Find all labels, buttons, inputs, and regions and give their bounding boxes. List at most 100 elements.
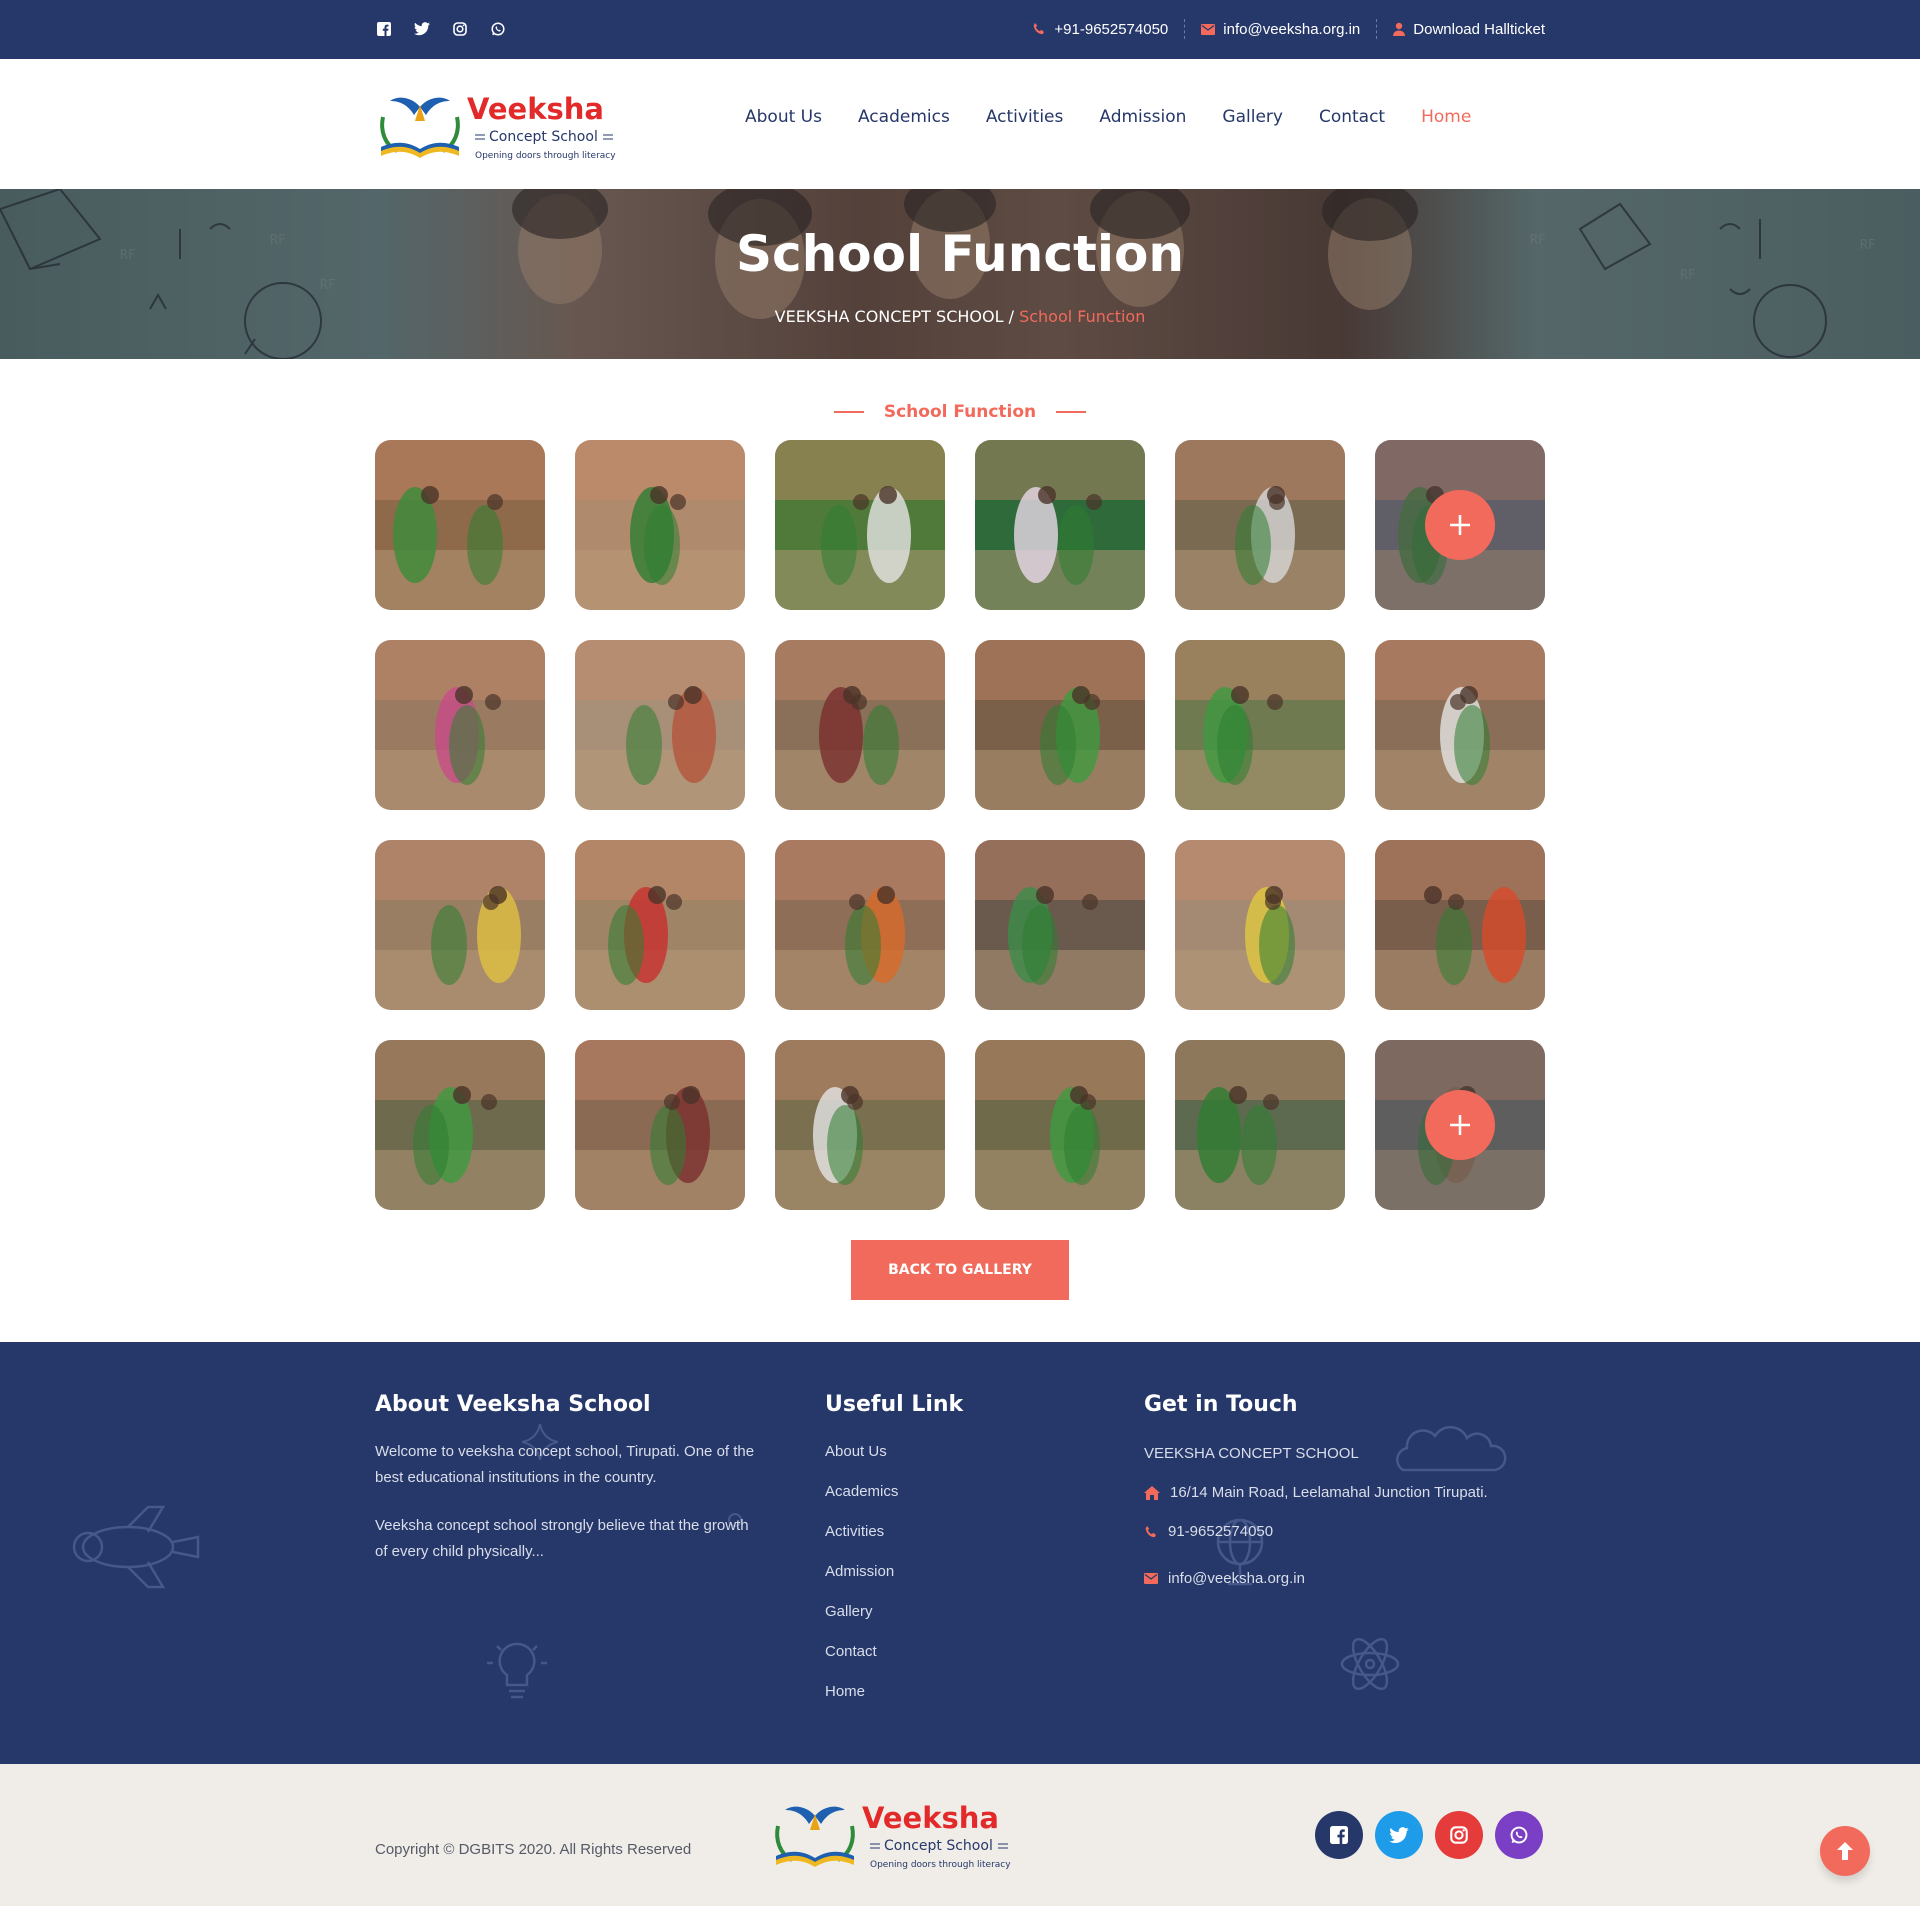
photo-image — [975, 1040, 1145, 1210]
photo-image — [1375, 640, 1545, 810]
arrow-up-icon — [1837, 1842, 1853, 1860]
footer-link-activities[interactable]: Activities — [825, 1523, 1025, 1563]
copyright-text: Copyright © DGBITS 2020. All Rights Rese… — [375, 1841, 692, 1858]
photo-image — [575, 1040, 745, 1210]
footer-link-about-us[interactable]: About Us — [825, 1443, 1025, 1483]
footer-links-list: About Us Academics Activities Admission … — [825, 1443, 1025, 1723]
photo-image — [575, 840, 745, 1010]
breadcrumb-root[interactable]: VEEKSHA CONCEPT SCHOOL — [775, 307, 1004, 326]
gallery-photo[interactable] — [1175, 1040, 1345, 1210]
gallery-photo[interactable] — [575, 840, 745, 1010]
footer-address-text: 16/14 Main Road, Leelamahal Junction Tir… — [1170, 1484, 1488, 1501]
bottom-bar: Copyright © DGBITS 2020. All Rights Rese… — [0, 1764, 1920, 1906]
back-to-gallery-button[interactable]: BACK TO GALLERY — [851, 1240, 1069, 1300]
top-email-text: info@veeksha.org.in — [1223, 20, 1361, 38]
footer-logo[interactable]: Veeksha Concept School Opening doors thr… — [770, 1794, 1015, 1874]
nav-contact[interactable]: Contact — [1319, 107, 1385, 127]
gallery-photo[interactable] — [575, 1040, 745, 1210]
footer-link-home[interactable]: Home — [825, 1683, 1025, 1723]
footer-email[interactable]: info@veeksha.org.in — [1144, 1570, 1564, 1587]
footer-school-name: VEEKSHA CONCEPT SCHOOL — [1144, 1445, 1564, 1462]
gallery-photo[interactable] — [775, 1040, 945, 1210]
footer-links-title: Useful Link — [825, 1392, 964, 1417]
nav-activities[interactable]: Activities — [986, 107, 1064, 127]
footer-about-text-2: Veeksha concept school strongly believe … — [375, 1517, 749, 1560]
envelope-icon — [1201, 23, 1216, 35]
whatsapp-icon[interactable] — [1495, 1811, 1543, 1859]
photo-image — [375, 640, 545, 810]
download-hallticket-link[interactable]: Download Hallticket — [1377, 21, 1545, 38]
whatsapp-icon[interactable] — [489, 20, 507, 38]
gallery-photo[interactable] — [975, 440, 1145, 610]
expand-plus-icon[interactable] — [1425, 490, 1495, 560]
gallery-photo[interactable] — [1175, 440, 1345, 610]
gallery-photo[interactable] — [1375, 840, 1545, 1010]
footer-link-contact[interactable]: Contact — [825, 1643, 1025, 1683]
scroll-to-top-button[interactable] — [1820, 1826, 1870, 1876]
gallery-photo[interactable] — [375, 640, 545, 810]
footer-logo-tagline: Opening doors through literacy — [870, 1860, 1011, 1870]
nav-gallery[interactable]: Gallery — [1222, 107, 1283, 127]
photo-image — [1175, 440, 1345, 610]
footer-phone-text: 91-9652574050 — [1168, 1523, 1274, 1540]
photo-image — [775, 440, 945, 610]
gallery-photo[interactable] — [375, 440, 545, 610]
site-footer: About Veeksha School Welcome to veeksha … — [0, 1342, 1920, 1764]
nav-academics[interactable]: Academics — [858, 107, 950, 127]
atom-doodle — [1340, 1637, 1400, 1691]
photo-image — [575, 440, 745, 610]
footer-link-academics[interactable]: Academics — [825, 1483, 1025, 1523]
footer-link-admission[interactable]: Admission — [825, 1563, 1025, 1603]
gallery-photo[interactable] — [1175, 640, 1345, 810]
instagram-icon[interactable] — [1435, 1811, 1483, 1859]
photo-image — [775, 1040, 945, 1210]
footer-links: Useful Link About Us Academics Activitie… — [825, 1392, 1025, 1723]
top-phone[interactable]: +91-9652574050 — [1016, 21, 1184, 38]
gallery-photo[interactable] — [775, 840, 945, 1010]
gallery-photo[interactable] — [375, 1040, 545, 1210]
gallery-photo[interactable] — [1175, 840, 1345, 1010]
gallery-photo[interactable] — [575, 440, 745, 610]
footer-link-gallery[interactable]: Gallery — [825, 1603, 1025, 1643]
gallery-photo[interactable] — [775, 440, 945, 610]
expand-plus-icon[interactable] — [1425, 1090, 1495, 1160]
gallery-photo[interactable] — [575, 640, 745, 810]
nav-admission[interactable]: Admission — [1099, 107, 1186, 127]
title-line-left — [833, 411, 864, 413]
nav-about-us[interactable]: About Us — [745, 107, 822, 127]
facebook-icon[interactable] — [1315, 1811, 1363, 1859]
lightbulb-doodle — [487, 1642, 547, 1699]
footer-contact-title: Get in Touch — [1144, 1392, 1298, 1417]
gallery-photo[interactable] — [975, 840, 1145, 1010]
gallery-photo[interactable] — [1375, 440, 1545, 610]
facebook-icon[interactable] — [375, 20, 393, 38]
photo-gallery — [375, 440, 1545, 1210]
twitter-icon[interactable] — [1375, 1811, 1423, 1859]
nav-home[interactable]: Home — [1421, 107, 1471, 127]
envelope-icon — [1144, 1573, 1158, 1584]
footer-school-name-text: VEEKSHA CONCEPT SCHOOL — [1144, 1445, 1359, 1462]
footer-address: 16/14 Main Road, Leelamahal Junction Tir… — [1144, 1484, 1564, 1501]
twitter-icon[interactable] — [413, 20, 431, 38]
photo-image — [775, 840, 945, 1010]
gallery-photo[interactable] — [775, 640, 945, 810]
footer-about-title: About Veeksha School — [375, 1392, 651, 1417]
photo-image — [975, 640, 1145, 810]
footer-email-text: info@veeksha.org.in — [1168, 1570, 1305, 1587]
page-banner: RF RF RF RF RF RF School Function VEEKSHA CON… — [0, 189, 1920, 359]
footer-phone[interactable]: 91-9652574050 — [1144, 1523, 1564, 1540]
section-title-text: School Function — [883, 402, 1037, 422]
top-email[interactable]: info@veeksha.org.in — [1185, 21, 1376, 38]
phone-icon — [1145, 1525, 1156, 1537]
gallery-photo[interactable] — [1375, 1040, 1545, 1210]
bottom-social-links — [1315, 1811, 1543, 1859]
gallery-photo[interactable] — [975, 640, 1145, 810]
gallery-photo[interactable] — [1375, 640, 1545, 810]
gallery-photo[interactable] — [975, 1040, 1145, 1210]
gallery-photo[interactable] — [375, 840, 545, 1010]
photo-image — [575, 640, 745, 810]
breadcrumb: VEEKSHA CONCEPT SCHOOL / School Function — [0, 307, 1920, 326]
photo-image — [1175, 840, 1345, 1010]
site-logo[interactable]: Veeksha Concept School Opening doors thr… — [375, 85, 620, 165]
instagram-icon[interactable] — [451, 20, 469, 38]
